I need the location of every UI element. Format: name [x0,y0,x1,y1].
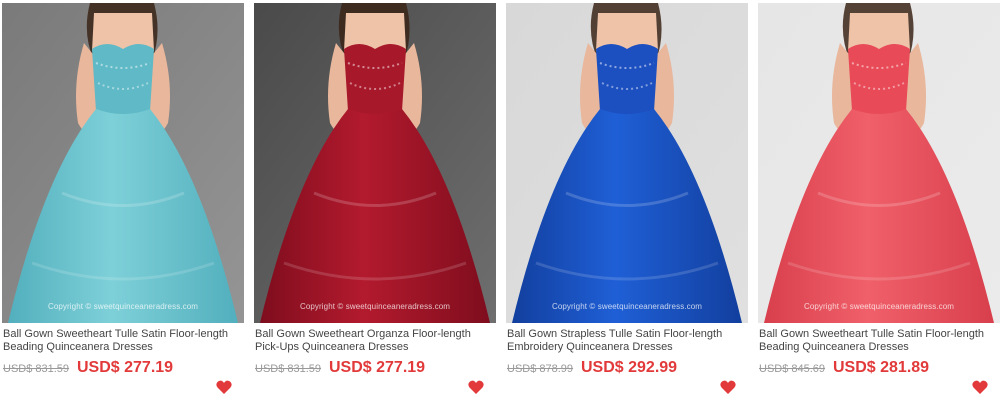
original-price: USD$ 831.59 [3,363,70,375]
heart-icon[interactable] [972,380,988,395]
product-card: Copyright © sweetquinceaneradress.com Ba… [758,0,1002,409]
image-watermark: Copyright © sweetquinceaneradress.com [551,302,703,311]
price-row: USD$ 831.59 USD$ 277.19 [3,358,245,380]
price-row: USD$ 845.69 USD$ 281.89 [759,358,1001,380]
product-image[interactable] [2,3,244,323]
dress-illustration [506,3,748,323]
dress-illustration [254,3,496,323]
sale-price: USD$ 277.19 [329,359,426,376]
product-title-link[interactable]: Ball Gown Sweetheart Tulle Satin Floor-l… [3,328,245,354]
product-title-link[interactable]: Ball Gown Sweetheart Tulle Satin Floor-l… [759,328,1001,354]
image-watermark: Copyright © sweetquinceaneradress.com [47,302,199,311]
sale-price: USD$ 281.89 [833,359,930,376]
image-watermark: Copyright © sweetquinceaneradress.com [803,302,955,311]
original-price: USD$ 878.99 [507,363,574,375]
original-price: USD$ 831.59 [255,363,322,375]
heart-icon[interactable] [216,380,232,395]
heart-icon[interactable] [468,380,484,395]
dress-illustration [758,3,1000,323]
product-image[interactable] [254,3,496,323]
image-watermark: Copyright © sweetquinceaneradress.com [299,302,451,311]
product-title-link[interactable]: Ball Gown Sweetheart Organza Floor-lengt… [255,328,497,354]
price-row: USD$ 878.99 USD$ 292.99 [507,358,749,380]
original-price: USD$ 845.69 [759,363,826,375]
product-card: Copyright © sweetquinceaneradress.com Ba… [506,0,750,409]
product-title-link[interactable]: Ball Gown Strapless Tulle Satin Floor-le… [507,328,749,354]
product-grid: Copyright © sweetquinceaneradress.com Ba… [0,0,1004,409]
product-image[interactable] [758,3,1000,323]
sale-price: USD$ 277.19 [77,359,174,376]
product-card: Copyright © sweetquinceaneradress.com Ba… [2,0,246,409]
price-row: USD$ 831.59 USD$ 277.19 [255,358,497,380]
sale-price: USD$ 292.99 [581,359,678,376]
product-image[interactable] [506,3,748,323]
heart-icon[interactable] [720,380,736,395]
product-card: Copyright © sweetquinceaneradress.com Ba… [254,0,498,409]
dress-illustration [2,3,244,323]
